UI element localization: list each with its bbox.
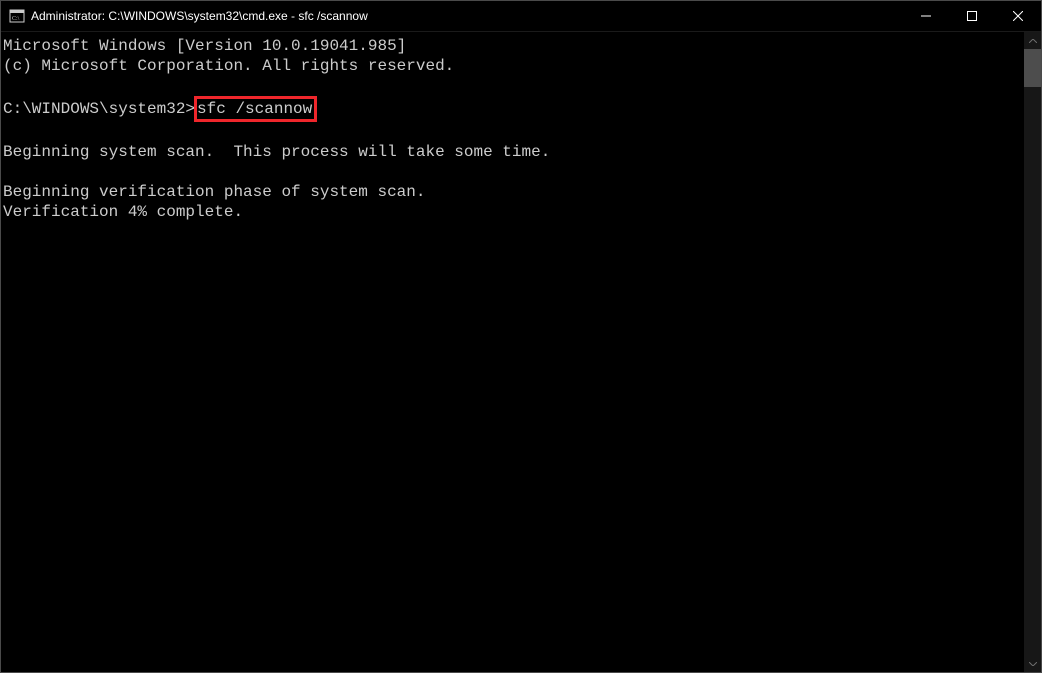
command-highlight: sfc /scannow	[194, 96, 317, 122]
maximize-button[interactable]	[949, 1, 995, 31]
cmd-window: C:\ Administrator: C:\WINDOWS\system32\c…	[0, 0, 1042, 673]
window-controls	[903, 1, 1041, 31]
svg-text:C:\: C:\	[12, 16, 20, 22]
vertical-scrollbar[interactable]	[1024, 32, 1041, 672]
output-line: (c) Microsoft Corporation. All rights re…	[3, 57, 454, 75]
output-line: Verification 4% complete.	[3, 203, 243, 221]
scroll-up-button[interactable]	[1024, 32, 1041, 49]
titlebar[interactable]: C:\ Administrator: C:\WINDOWS\system32\c…	[1, 1, 1041, 32]
terminal-output[interactable]: Microsoft Windows [Version 10.0.19041.98…	[1, 32, 1024, 672]
entered-command: sfc /scannow	[197, 100, 312, 118]
minimize-button[interactable]	[903, 1, 949, 31]
output-line: Beginning verification phase of system s…	[3, 183, 425, 201]
scrollbar-thumb[interactable]	[1024, 49, 1041, 87]
window-title: Administrator: C:\WINDOWS\system32\cmd.e…	[31, 9, 903, 23]
output-line: Microsoft Windows [Version 10.0.19041.98…	[3, 37, 406, 55]
close-button[interactable]	[995, 1, 1041, 31]
scrollbar-track[interactable]	[1024, 49, 1041, 655]
scroll-down-button[interactable]	[1024, 655, 1041, 672]
output-line: Beginning system scan. This process will…	[3, 143, 550, 161]
cmd-icon: C:\	[9, 8, 25, 24]
client-area: Microsoft Windows [Version 10.0.19041.98…	[1, 32, 1041, 672]
prompt-text: C:\WINDOWS\system32>	[3, 100, 195, 118]
